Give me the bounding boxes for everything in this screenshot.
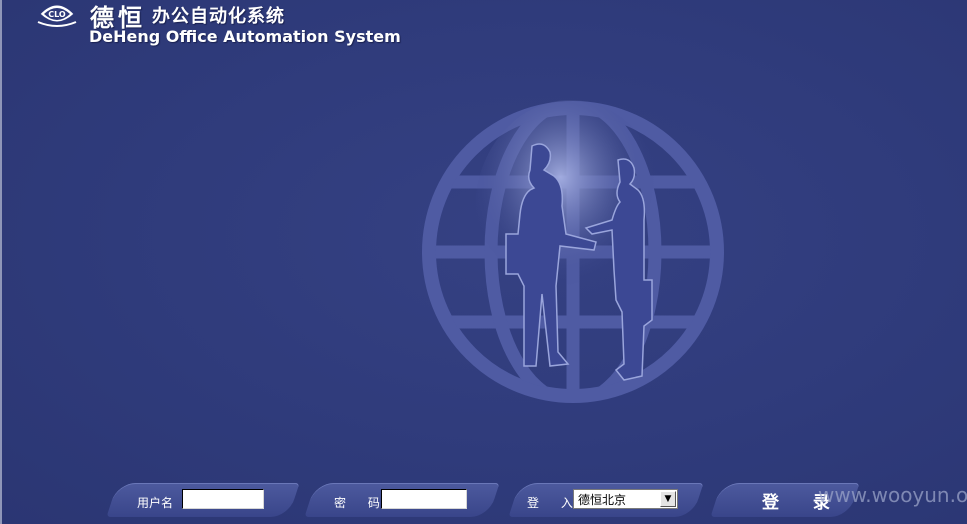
system-title-cn: 办公自动化系统 [152,6,285,27]
system-title-en: DeHeng Office Automation System [89,27,401,46]
chevron-down-icon[interactable]: ▼ [660,491,676,507]
company-logo: CLO [37,4,77,27]
username-label: 用户名 [137,496,174,510]
location-selected-value: 德恒北京 [578,493,627,507]
watermark-text: www.wooyun.org [818,483,967,507]
svg-text:CLO: CLO [48,10,66,19]
location-select[interactable]: 德恒北京 ▼ [573,489,678,509]
password-input[interactable] [381,489,467,509]
username-input[interactable] [182,489,264,509]
globe-handshake-illustration [422,100,724,403]
